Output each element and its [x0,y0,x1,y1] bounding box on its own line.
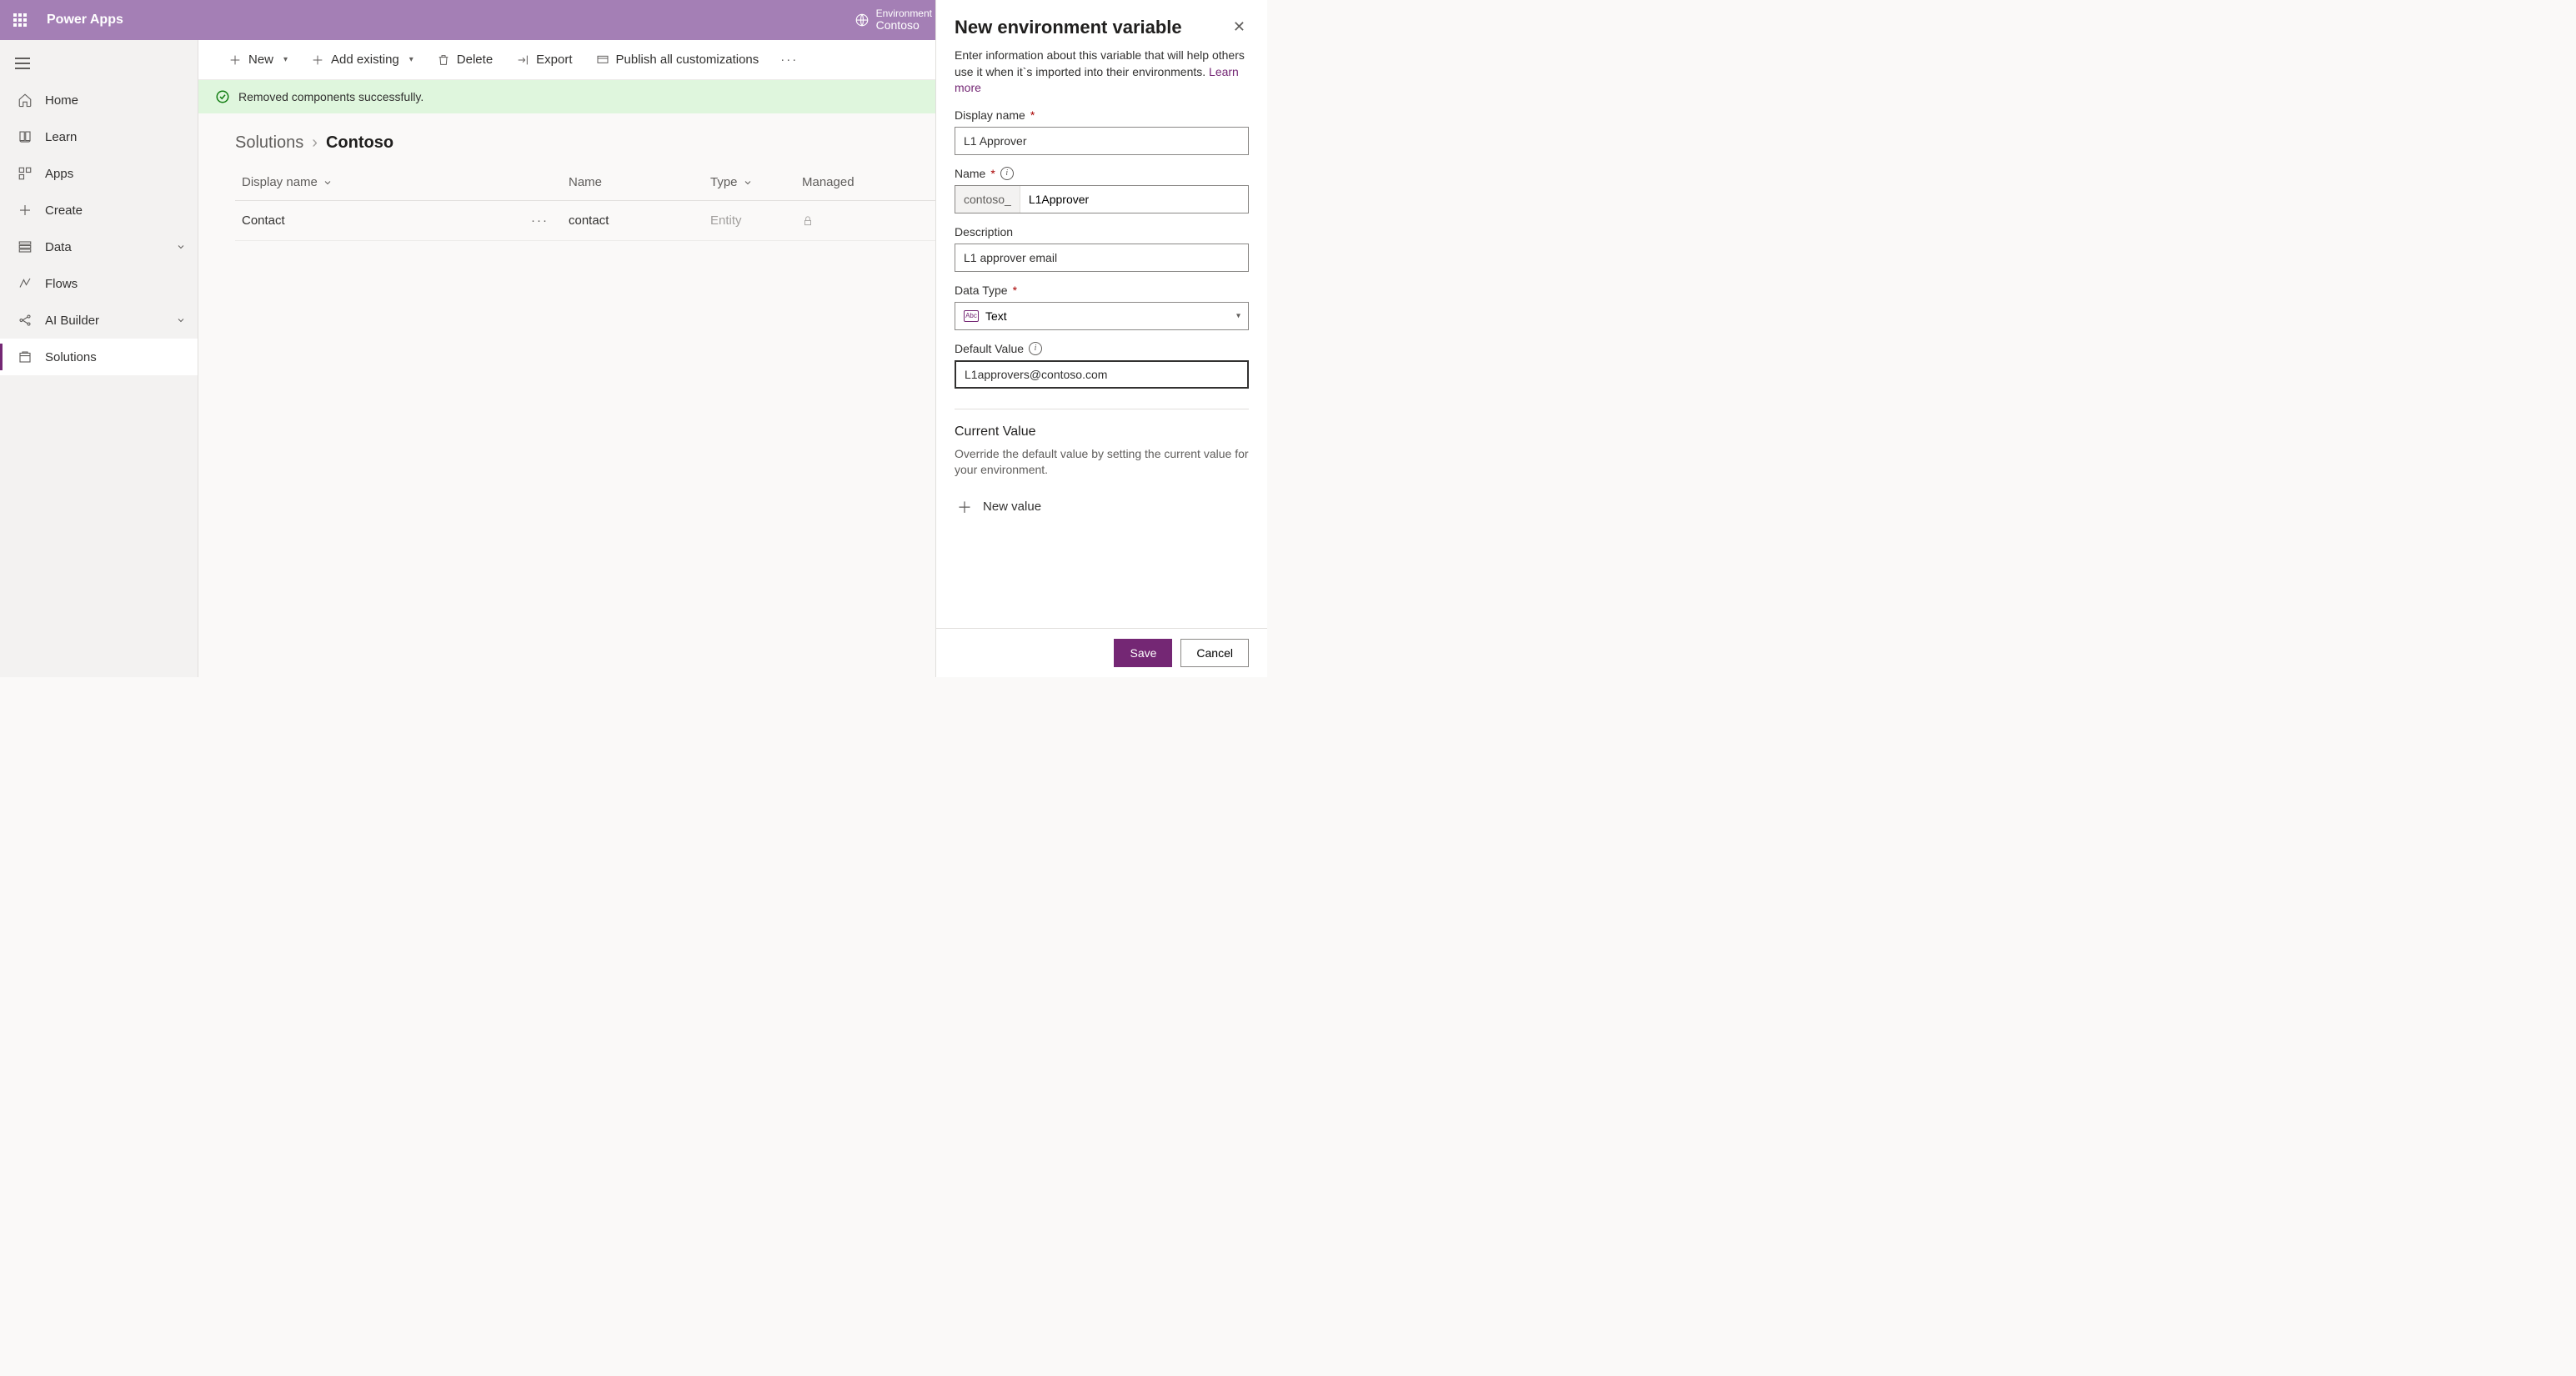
col-type[interactable]: Type [710,175,802,189]
publish-icon [596,53,609,67]
add-existing-button[interactable]: Add existing ▾ [301,45,423,75]
row-type: Entity [710,213,802,228]
row-display-name: Contact [242,213,285,228]
btn-label: Export [536,53,572,67]
default-value-label: Default Value [955,342,1024,355]
description-input[interactable] [955,244,1249,272]
chevron-right-icon: › [312,133,318,153]
data-type-label: Data Type [955,284,1008,297]
close-icon[interactable]: ✕ [1230,15,1249,39]
more-commands-button[interactable]: ··· [772,45,806,75]
name-prefix: contoso_ [955,186,1020,213]
current-value-title: Current Value [955,424,1249,439]
env-name: Contoso [876,19,932,32]
panel-description: Enter information about this variable th… [955,48,1249,97]
app-launcher-icon[interactable] [7,7,33,33]
row-name: contact [569,213,710,228]
new-env-var-panel: New environment variable ✕ Enter informa… [935,0,1267,677]
nav-ai-builder[interactable]: AI Builder [0,302,198,339]
success-icon [215,89,230,104]
nav-learn[interactable]: Learn [0,118,198,155]
panel-footer: Save Cancel [936,628,1267,677]
breadcrumb-root[interactable]: Solutions [235,133,303,153]
apps-icon [15,166,35,181]
nav-label: Data [45,240,72,254]
name-input[interactable] [1020,186,1248,213]
environment-picker[interactable]: Environment Contoso [854,0,932,40]
save-button[interactable]: Save [1114,639,1172,667]
text-type-icon: Abc [964,310,979,322]
data-icon [15,239,35,254]
ai-icon [15,313,35,328]
row-managed [802,215,885,227]
btn-label: Publish all customizations [616,53,759,67]
globe-icon [854,13,870,28]
sidebar: Home Learn Apps Create Data Flows AI Bui… [0,40,198,677]
default-value-input[interactable] [955,360,1249,389]
row-more-button[interactable]: ··· [531,213,549,228]
chevron-down-icon [323,178,333,188]
publish-button[interactable]: Publish all customizations [586,45,769,75]
trash-icon [437,53,450,67]
data-type-select[interactable]: Abc Text [955,302,1249,330]
info-icon[interactable]: i [1029,342,1042,355]
nav-label: Apps [45,167,73,181]
cancel-button[interactable]: Cancel [1180,639,1249,667]
display-name-input[interactable] [955,127,1249,155]
nav-solutions[interactable]: Solutions [0,339,198,375]
hamburger-icon[interactable] [0,45,198,82]
delete-button[interactable]: Delete [427,45,503,75]
plus-icon [228,53,242,67]
chevron-down-icon [743,178,753,188]
solutions-icon [15,349,35,364]
nav-home[interactable]: Home [0,82,198,118]
btn-label: Add existing [331,53,399,67]
chevron-down-icon: ▾ [1236,311,1240,320]
name-label: Name [955,167,985,180]
current-value-desc: Override the default value by setting th… [955,446,1249,479]
nav-label: Flows [45,277,78,291]
book-icon [15,129,35,144]
notification-text: Removed components successfully. [238,90,423,103]
panel-title: New environment variable [955,17,1182,38]
col-managed[interactable]: Managed [802,175,885,189]
nav-label: Create [45,203,83,218]
new-value-button[interactable]: ＋ New value [955,497,1249,517]
home-icon [15,93,35,108]
app-title: Power Apps [47,13,123,28]
col-display-name[interactable]: Display name [235,175,569,189]
chevron-down-icon: ▾ [283,55,288,64]
description-label: Description [955,225,1013,239]
breadcrumb-current: Contoso [326,133,393,153]
plus-icon [15,203,35,218]
env-label: Environment [876,8,932,19]
nav-label: Solutions [45,350,97,364]
btn-label: Delete [457,53,493,67]
lock-icon [802,215,885,227]
flow-icon [15,276,35,291]
info-icon[interactable]: i [1000,167,1014,180]
plus-icon [311,53,324,67]
nav-label: AI Builder [45,314,99,328]
chevron-down-icon: ▾ [409,55,413,64]
export-button[interactable]: Export [506,45,582,75]
nav-apps[interactable]: Apps [0,155,198,192]
plus-icon: ＋ [955,497,975,517]
chevron-down-icon [176,315,186,325]
nav-data[interactable]: Data [0,228,198,265]
nav-create[interactable]: Create [0,192,198,228]
col-name[interactable]: Name [569,175,710,189]
nav-label: Learn [45,130,77,144]
nav-label: Home [45,93,78,108]
new-button[interactable]: New ▾ [218,45,298,75]
nav-flows[interactable]: Flows [0,265,198,302]
export-icon [516,53,529,67]
btn-label: New [248,53,273,67]
display-name-label: Display name [955,108,1025,122]
chevron-down-icon [176,242,186,252]
